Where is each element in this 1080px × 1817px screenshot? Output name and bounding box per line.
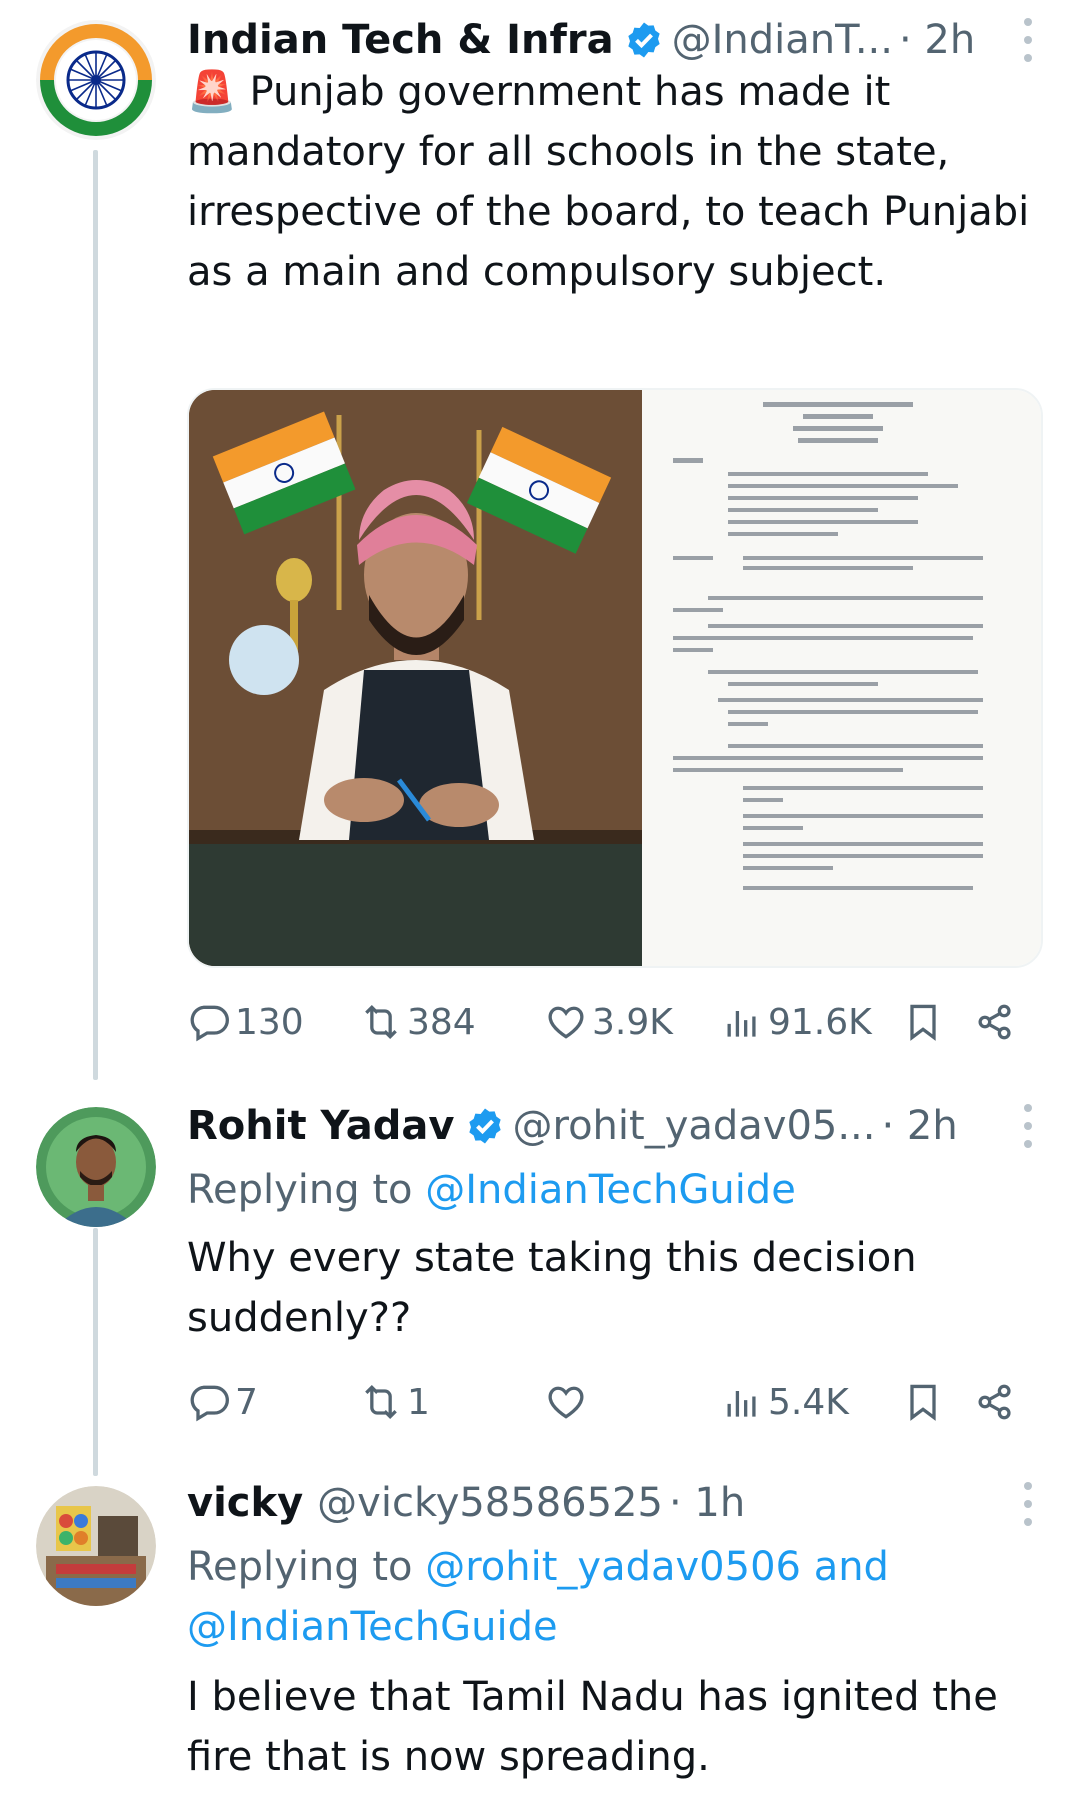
repost-button[interactable]: 1	[359, 1372, 430, 1432]
more-icon[interactable]	[1018, 18, 1038, 62]
repost-count: 384	[407, 1001, 476, 1043]
display-name[interactable]: Indian Tech & Infra	[187, 17, 614, 63]
views-count: 5.4K	[768, 1381, 849, 1423]
photo-minister-at-desk[interactable]	[189, 390, 642, 966]
reply-count: 130	[235, 1001, 304, 1043]
tweet-text: Why every state taking this decision sud…	[187, 1235, 917, 1341]
like-button[interactable]	[544, 1372, 592, 1432]
timestamp[interactable]: · 1h	[669, 1480, 745, 1526]
views-icon	[727, 1011, 756, 1037]
like-count: 3.9K	[592, 1001, 673, 1043]
verified-badge-icon	[468, 1108, 501, 1144]
user-handle[interactable]: @IndianT...	[672, 17, 893, 63]
tweet-header: vicky @vicky58586525 · 1h	[187, 1473, 745, 1533]
replying-to: Replying to @IndianTechGuide	[187, 1160, 1037, 1220]
views-button[interactable]: 5.4K	[720, 1372, 849, 1432]
views-count: 91.6K	[768, 1001, 872, 1043]
share-icon	[978, 1384, 1011, 1420]
repost-count: 1	[407, 1381, 430, 1423]
bookmark-button[interactable]	[901, 992, 945, 1052]
display-name[interactable]: Rohit Yadav	[187, 1103, 455, 1149]
avatar[interactable]	[36, 1107, 156, 1227]
like-icon	[548, 1386, 584, 1419]
display-name[interactable]: vicky	[187, 1480, 303, 1526]
repost-button[interactable]: 384	[359, 992, 476, 1052]
views-button[interactable]: 91.6K	[720, 992, 872, 1052]
tweet-header: Rohit Yadav @rohit_yadav05... · 2h	[187, 1096, 958, 1156]
like-button[interactable]: 3.9K	[544, 992, 673, 1052]
reply-count: 7	[235, 1381, 258, 1423]
more-icon[interactable]	[1018, 1482, 1038, 1526]
like-icon	[548, 1006, 584, 1039]
tweet-text: I believe that Tamil Nadu has ignited th…	[187, 1674, 998, 1780]
thread-connector	[93, 1228, 98, 1476]
avatar[interactable]	[36, 1486, 156, 1606]
share-button[interactable]	[973, 1372, 1017, 1432]
tweet-text: 🚨 Punjab government has made it mandator…	[187, 69, 1030, 295]
views-icon	[727, 1391, 756, 1417]
reply-icon	[190, 1385, 229, 1422]
bookmark-icon	[910, 1004, 936, 1041]
user-handle[interactable]: @rohit_yadav05...	[513, 1103, 876, 1149]
mention-link[interactable]: @IndianTechGuide	[425, 1167, 796, 1213]
replying-to-label: Replying to	[187, 1544, 426, 1590]
avatar[interactable]	[36, 20, 156, 140]
official-document-image[interactable]	[642, 390, 1041, 966]
more-icon[interactable]	[1018, 1104, 1038, 1148]
reply-button[interactable]: 130	[187, 992, 304, 1052]
repost-icon	[365, 1384, 397, 1420]
tweet-header: Indian Tech & Infra @IndianT... · 2h	[187, 10, 975, 70]
user-handle[interactable]: @vicky58586525	[317, 1480, 663, 1526]
share-button[interactable]	[973, 992, 1017, 1052]
replying-to-label: Replying to	[187, 1167, 426, 1213]
reply-icon	[190, 1005, 229, 1042]
bookmark-icon	[910, 1384, 936, 1421]
verified-badge-icon	[627, 22, 660, 58]
timestamp[interactable]: · 2h	[899, 17, 975, 63]
thread-connector	[93, 150, 98, 1080]
repost-icon	[365, 1004, 397, 1040]
replying-to: Replying to @rohit_yadav0506 and @Indian…	[187, 1537, 1037, 1657]
tweet-media[interactable]	[187, 388, 1043, 968]
reply-button[interactable]: 7	[187, 1372, 258, 1432]
tweet-actions: 7 1 5.4K	[187, 1372, 1043, 1432]
bookmark-button[interactable]	[901, 1372, 945, 1432]
share-icon	[978, 1004, 1011, 1040]
tweet-actions: 130 384 3.9K 91.6K	[187, 992, 1043, 1052]
timestamp[interactable]: · 2h	[882, 1103, 958, 1149]
